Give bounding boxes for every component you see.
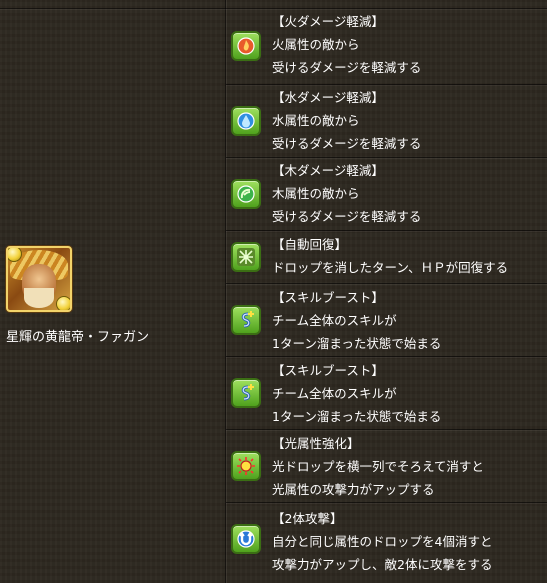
auto-recover-icon [231, 242, 261, 272]
awakening-row: 【光属性強化】 光ドロップを横一列でそろえて消すと 光属性の攻撃力がアップする [226, 430, 547, 503]
awakening-text: 【光属性強化】 光ドロップを横一列でそろえて消すと 光属性の攻撃力がアップする [272, 436, 484, 497]
awakening-row: 【水ダメージ軽減】 水属性の敵から 受けるダメージを軽減する [226, 85, 547, 158]
light-orb-icon [8, 248, 22, 262]
skill-boost-icon [231, 305, 261, 335]
awakening-text: 【木ダメージ軽減】 木属性の敵から 受けるダメージを軽減する [272, 163, 422, 224]
awakening-text: 【スキルブースト】 チーム全体のスキルが 1ターン溜まった状態で始まる [272, 290, 442, 351]
monster-cell: 星輝の黄龍帝・ファガン [6, 246, 224, 345]
light-orb-icon [56, 296, 70, 310]
light-enhance-icon [231, 451, 261, 481]
two-pronged-attack-icon [231, 524, 261, 554]
awakening-text: 【自動回復】 ドロップを消したターン、ＨＰが回復する [272, 237, 509, 275]
awakening-text: 【火ダメージ軽減】 火属性の敵から 受けるダメージを軽減する [272, 14, 422, 75]
monster-name[interactable]: 星輝の黄龍帝・ファガン [6, 326, 224, 345]
awakening-row: 【自動回復】 ドロップを消したターン、ＨＰが回復する [226, 231, 547, 284]
awakening-text: 【2体攻撃】 自分と同じ属性のドロップを4個消すと 攻撃力がアップし、敵2体に攻… [272, 511, 493, 572]
awakening-list: 【火ダメージ軽減】 火属性の敵から 受けるダメージを軽減する 【水ダメージ軽減】… [226, 0, 547, 583]
header-divider [0, 0, 547, 9]
awakening-row: 【スキルブースト】 チーム全体のスキルが 1ターン溜まった状態で始まる [226, 284, 547, 357]
awakening-row: 【スキルブースト】 チーム全体のスキルが 1ターン溜まった状態で始まる [226, 357, 547, 430]
awakening-table: 星輝の黄龍帝・ファガン 【火ダメージ軽減】 火属性の敵から 受けるダメージを軽減… [0, 0, 547, 583]
skill-boost-icon [231, 378, 261, 408]
monster-portrait[interactable] [6, 246, 72, 312]
monster-column: 星輝の黄龍帝・ファガン [0, 0, 226, 583]
awakening-row: 【火ダメージ軽減】 火属性の敵から 受けるダメージを軽減する [226, 8, 547, 85]
water-reduction-icon [231, 106, 261, 136]
awakening-text: 【スキルブースト】 チーム全体のスキルが 1ターン溜まった状態で始まる [272, 363, 442, 424]
awakening-row: 【2体攻撃】 自分と同じ属性のドロップを4個消すと 攻撃力がアップし、敵2体に攻… [226, 503, 547, 583]
fire-reduction-icon [231, 31, 261, 61]
awakening-text: 【水ダメージ軽減】 水属性の敵から 受けるダメージを軽減する [272, 90, 422, 151]
wood-reduction-icon [231, 179, 261, 209]
awakening-row: 【木ダメージ軽減】 木属性の敵から 受けるダメージを軽減する [226, 158, 547, 231]
